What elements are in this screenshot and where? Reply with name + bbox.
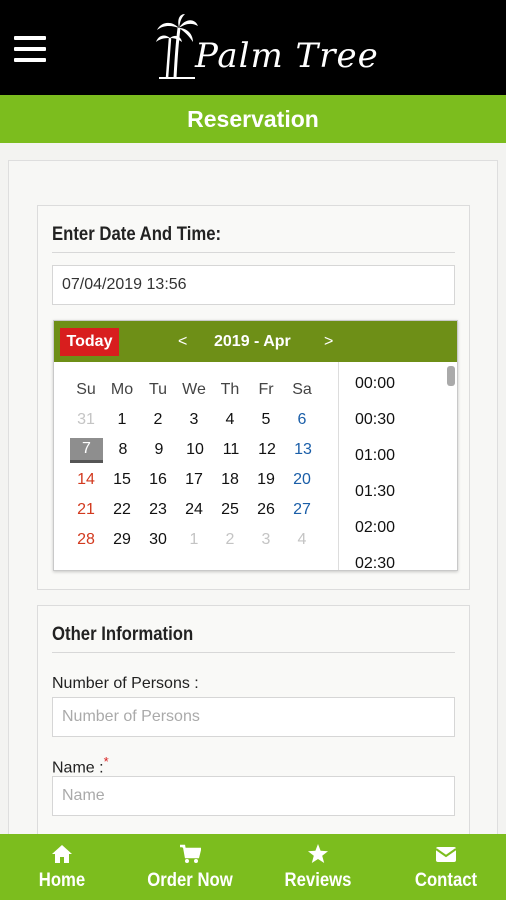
calendar-day[interactable]: 1 [176, 531, 212, 549]
calendar-day[interactable]: 12 [249, 441, 285, 459]
weekday-label: Sa [292, 381, 312, 398]
calendar-week-row: 14 15 16 17 18 19 20 [68, 465, 324, 495]
name-label-text: Name : [52, 759, 104, 777]
calendar-day[interactable]: 16 [140, 471, 176, 489]
calendar-grid: Su Mo Tu We Th Fr Sa 31 1 2 3 4 5 6 7 8 … [68, 375, 324, 555]
calendar-day[interactable]: 4 [212, 411, 248, 429]
star-icon [308, 844, 328, 863]
calendar-day[interactable]: 18 [212, 471, 248, 489]
weekday-label: Tu [148, 381, 168, 398]
calendar-day[interactable]: 24 [176, 501, 212, 519]
weekday-label: Su [76, 381, 96, 398]
time-list-divider [338, 362, 339, 570]
time-option[interactable]: 01:00 [340, 438, 442, 474]
today-button[interactable]: Today [60, 328, 119, 356]
logo-text: Palm Tree [195, 36, 379, 76]
calendar-day[interactable]: 21 [68, 501, 104, 519]
calendar-day[interactable]: 28 [68, 531, 104, 549]
calendar-day[interactable]: 19 [248, 471, 284, 489]
persons-input[interactable]: Number of Persons [52, 697, 455, 737]
weekday-label: We [182, 381, 206, 398]
calendar-day[interactable]: 23 [140, 501, 176, 519]
time-option[interactable]: 00:30 [340, 402, 442, 438]
calendar-week-row: 7 8 9 10 11 12 13 [68, 435, 324, 465]
other-info-heading: Other Information [52, 624, 194, 645]
prev-month-button[interactable]: < [178, 321, 187, 362]
weekday-label: Fr [258, 381, 274, 398]
nav-reviews-label: Reviews [284, 870, 352, 891]
persons-label: Number of Persons : [52, 675, 199, 692]
time-option[interactable]: 02:30 [340, 546, 442, 568]
calendar-day[interactable]: 6 [284, 411, 320, 429]
calendar-day[interactable]: 2 [140, 411, 176, 429]
calendar-week-row: 21 22 23 24 25 26 27 [68, 495, 324, 525]
time-option[interactable]: 01:30 [340, 474, 442, 510]
name-label: Name :* [52, 754, 109, 777]
divider [52, 252, 455, 253]
weekday-label: Mo [110, 381, 134, 398]
calendar-day[interactable]: 3 [176, 411, 212, 429]
calendar-day[interactable]: 20 [284, 471, 320, 489]
palm-tree-icon [156, 14, 198, 79]
next-month-button[interactable]: > [324, 321, 333, 362]
calendar-day[interactable]: 30 [140, 531, 176, 549]
weekday-header-row: Su Mo Tu We Th Fr Sa [68, 375, 324, 405]
nav-contact-label: Contact [414, 870, 478, 891]
calendar-week-row: 31 1 2 3 4 5 6 [68, 405, 324, 435]
calendar-week-row: 28 29 30 1 2 3 4 [68, 525, 324, 555]
date-time-heading: Enter Date And Time: [52, 224, 222, 245]
nav-home-label: Home [38, 870, 86, 891]
calendar-day[interactable]: 5 [248, 411, 284, 429]
month-label: 2019 - Apr [214, 333, 291, 350]
hamburger-menu-icon[interactable] [14, 36, 46, 64]
page-title: Reservation [0, 95, 506, 143]
calendar-day[interactable]: 1 [104, 411, 140, 429]
calendar-day[interactable]: 29 [104, 531, 140, 549]
calendar-day[interactable]: 8 [105, 441, 141, 459]
cart-icon [180, 844, 201, 863]
calendar-day[interactable]: 4 [284, 531, 320, 549]
nav-order-now-label: Order Now [147, 870, 233, 891]
logo[interactable]: Palm Tree [155, 14, 378, 80]
calendar-day[interactable]: 25 [212, 501, 248, 519]
calendar-day[interactable]: 31 [68, 411, 104, 429]
time-option[interactable]: 02:00 [340, 510, 442, 546]
required-mark: * [103, 754, 109, 769]
divider [52, 652, 455, 653]
calendar-day[interactable]: 3 [248, 531, 284, 549]
time-list[interactable]: 00:00 00:30 01:00 01:30 02:00 02:30 [340, 366, 442, 568]
calendar-day-selected[interactable]: 7 [70, 437, 103, 463]
time-option[interactable]: 00:00 [340, 366, 442, 402]
top-bar: Palm Tree [0, 0, 506, 95]
calendar-day[interactable]: 10 [177, 441, 213, 459]
calendar-day[interactable]: 26 [248, 501, 284, 519]
envelope-icon [435, 847, 457, 862]
calendar-day[interactable]: 22 [104, 501, 140, 519]
nav-order-now[interactable]: Order Now [140, 834, 240, 900]
calendar-day[interactable]: 13 [285, 441, 321, 459]
weekday-label: Th [220, 381, 240, 398]
calendar-day[interactable]: 14 [68, 471, 104, 489]
calendar-day[interactable]: 11 [213, 441, 249, 459]
calendar-day[interactable]: 27 [284, 501, 320, 519]
picker-header: Today < 2019 - Apr > [54, 321, 457, 362]
calendar-day[interactable]: 15 [104, 471, 140, 489]
calendar-day[interactable]: 2 [212, 531, 248, 549]
calendar-day[interactable]: 17 [176, 471, 212, 489]
nav-reviews[interactable]: Reviews [280, 834, 356, 900]
time-list-scrollbar[interactable] [447, 366, 455, 386]
name-input[interactable]: Name [52, 776, 455, 816]
nav-contact[interactable]: Contact [408, 834, 484, 900]
datetime-picker: Today < 2019 - Apr > Su Mo Tu We Th Fr S… [53, 320, 458, 571]
calendar-day[interactable]: 9 [141, 441, 177, 459]
datetime-input[interactable]: 07/04/2019 13:56 [52, 265, 455, 305]
bottom-nav: Home Order Now Reviews Contact [0, 834, 506, 900]
home-icon [52, 845, 72, 863]
nav-home[interactable]: Home [30, 834, 94, 900]
